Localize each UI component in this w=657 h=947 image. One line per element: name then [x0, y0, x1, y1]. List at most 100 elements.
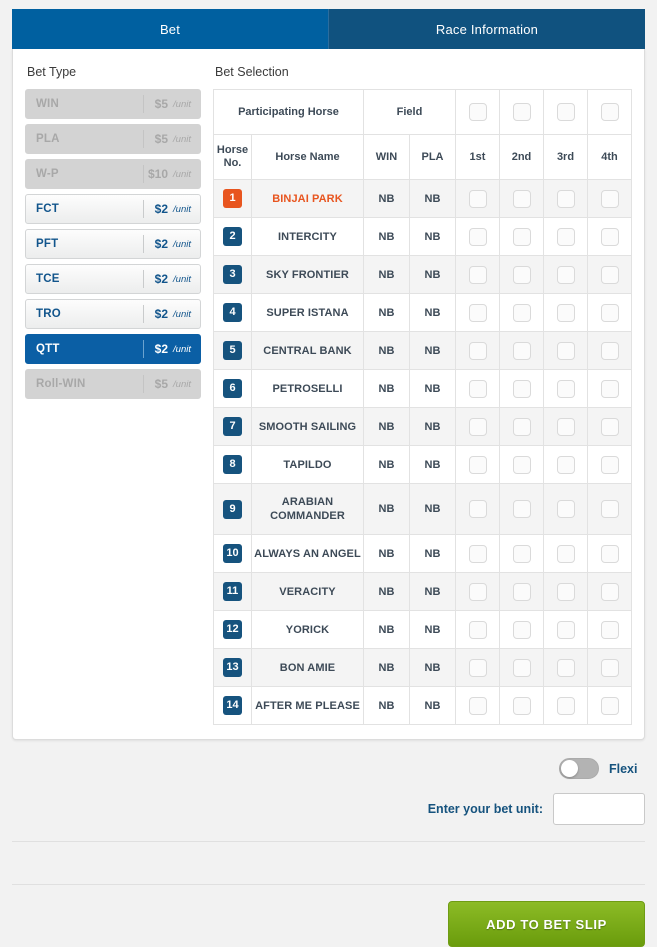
- add-to-bet-slip-button[interactable]: ADD TO BET SLIP: [448, 901, 645, 947]
- horse-14-checkbox-1st[interactable]: [468, 696, 487, 715]
- bet-unit-input[interactable]: [553, 793, 645, 825]
- table-row: 1 BINJAI PARK NB NB: [213, 179, 632, 218]
- column-1st: 1st: [455, 134, 500, 180]
- bet-type-list: WIN $5/unit PLA $5/unit W-P $10/unit FCT $2/uni…: [25, 89, 201, 399]
- horse-8-checkbox-3rd-cell: [543, 445, 588, 484]
- horse-win-odds: NB: [362, 648, 410, 687]
- horse-pla-odds: NB: [408, 610, 457, 649]
- field-checkbox-3rd[interactable]: [556, 103, 575, 121]
- horse-4-checkbox-3rd[interactable]: [556, 303, 575, 322]
- horse-6-checkbox-1st[interactable]: [468, 379, 487, 398]
- horse-13-checkbox-3rd[interactable]: [556, 658, 575, 677]
- horse-9-checkbox-2nd[interactable]: [512, 500, 531, 518]
- field-checkbox-2nd[interactable]: [512, 103, 531, 121]
- horse-5-checkbox-4th-cell: [587, 331, 632, 370]
- horse-2-checkbox-3rd[interactable]: [556, 227, 575, 246]
- horse-11-checkbox-2nd-cell: [499, 572, 544, 611]
- horse-8-checkbox-4th[interactable]: [600, 455, 619, 474]
- horse-1-checkbox-2nd[interactable]: [512, 189, 531, 208]
- bet-type-price: $2: [154, 307, 169, 321]
- horse-13-checkbox-4th[interactable]: [600, 658, 619, 677]
- horse-9-checkbox-4th[interactable]: [600, 500, 619, 518]
- horse-4-checkbox-1st-cell: [455, 293, 500, 332]
- horse-10-checkbox-2nd[interactable]: [512, 544, 531, 563]
- horse-13-checkbox-2nd[interactable]: [512, 658, 531, 677]
- horse-1-checkbox-1st[interactable]: [468, 189, 487, 208]
- horse-2-checkbox-1st[interactable]: [468, 227, 487, 246]
- bet-type-qtt[interactable]: QTT $2/unit: [25, 334, 201, 364]
- horse-12-checkbox-1st[interactable]: [468, 620, 487, 639]
- horse-2-checkbox-4th[interactable]: [600, 227, 619, 246]
- horse-5-checkbox-4th[interactable]: [600, 341, 619, 360]
- bet-type-win: WIN $5/unit: [25, 89, 201, 119]
- horse-13-checkbox-1st[interactable]: [468, 658, 487, 677]
- horse-1-checkbox-3rd[interactable]: [556, 189, 575, 208]
- horse-12-checkbox-2nd[interactable]: [512, 620, 531, 639]
- bet-type-code: W-P: [36, 168, 59, 180]
- horse-6-checkbox-4th[interactable]: [600, 379, 619, 398]
- field-checkbox-1st[interactable]: [468, 103, 487, 121]
- horse-6-checkbox-2nd[interactable]: [512, 379, 531, 398]
- field-checkbox-4th[interactable]: [600, 103, 619, 121]
- horse-4-checkbox-2nd[interactable]: [512, 303, 531, 322]
- horse-1-checkbox-1st-cell: [455, 179, 500, 218]
- horse-7-checkbox-1st[interactable]: [468, 417, 487, 436]
- table-row: 14 AFTER ME PLEASE NB NB: [213, 686, 632, 725]
- horse-4-checkbox-4th[interactable]: [600, 303, 619, 322]
- horse-6-checkbox-2nd-cell: [499, 369, 544, 408]
- tab-race-information[interactable]: Race Information: [328, 9, 645, 49]
- horse-no-cell: 12: [213, 610, 252, 649]
- horse-pla-odds: NB: [408, 369, 457, 408]
- horse-5-checkbox-2nd[interactable]: [512, 341, 531, 360]
- horse-number-badge: 14: [223, 696, 242, 715]
- horse-5-checkbox-1st[interactable]: [468, 341, 487, 360]
- horse-14-checkbox-4th[interactable]: [600, 696, 619, 715]
- horse-number-badge: 9: [223, 499, 242, 519]
- horse-2-checkbox-2nd[interactable]: [512, 227, 531, 246]
- field-checkbox-3rd-cell: [543, 89, 588, 135]
- horse-8-checkbox-1st[interactable]: [468, 455, 487, 474]
- bet-type-fct[interactable]: FCT $2/unit: [25, 194, 201, 224]
- horse-10-checkbox-1st[interactable]: [468, 544, 487, 563]
- tab-bet[interactable]: Bet: [12, 9, 328, 49]
- horse-3-checkbox-4th-cell: [587, 255, 632, 294]
- horse-3-checkbox-1st[interactable]: [468, 265, 487, 284]
- horse-3-checkbox-3rd[interactable]: [556, 265, 575, 284]
- horse-12-checkbox-4th[interactable]: [600, 620, 619, 639]
- horse-11-checkbox-1st[interactable]: [468, 582, 487, 601]
- column-3rd: 3rd: [543, 134, 588, 180]
- bet-type-code: Roll-WIN: [36, 378, 86, 390]
- flexi-row: Flexi: [12, 740, 645, 779]
- bet-type-code: PLA: [36, 133, 60, 145]
- horse-6-checkbox-3rd[interactable]: [556, 379, 575, 398]
- horse-win-odds: NB: [362, 534, 410, 573]
- bet-type-tce[interactable]: TCE $2/unit: [25, 264, 201, 294]
- horse-14-checkbox-2nd[interactable]: [512, 696, 531, 715]
- horse-3-checkbox-4th[interactable]: [600, 265, 619, 284]
- horse-9-checkbox-1st[interactable]: [468, 500, 487, 518]
- horse-3-checkbox-2nd[interactable]: [512, 265, 531, 284]
- flexi-toggle[interactable]: [559, 758, 599, 779]
- horse-8-checkbox-3rd[interactable]: [556, 455, 575, 474]
- horse-4-checkbox-1st[interactable]: [468, 303, 487, 322]
- column-4th: 4th: [587, 134, 632, 180]
- field-checkbox-4th-cell: [587, 89, 632, 135]
- horse-1-checkbox-4th[interactable]: [600, 189, 619, 208]
- horse-11-checkbox-2nd[interactable]: [512, 582, 531, 601]
- bet-type-pft[interactable]: PFT $2/unit: [25, 229, 201, 259]
- horse-5-checkbox-3rd[interactable]: [556, 341, 575, 360]
- horse-7-checkbox-2nd[interactable]: [512, 417, 531, 436]
- horse-10-checkbox-4th[interactable]: [600, 544, 619, 563]
- horse-7-checkbox-4th[interactable]: [600, 417, 619, 436]
- horse-11-checkbox-4th[interactable]: [600, 582, 619, 601]
- horse-7-checkbox-2nd-cell: [499, 407, 544, 446]
- bet-type-tro[interactable]: TRO $2/unit: [25, 299, 201, 329]
- horse-12-checkbox-3rd[interactable]: [556, 620, 575, 639]
- horse-7-checkbox-3rd[interactable]: [556, 417, 575, 436]
- horse-8-checkbox-2nd[interactable]: [512, 455, 531, 474]
- horse-11-checkbox-4th-cell: [587, 572, 632, 611]
- horse-9-checkbox-3rd[interactable]: [556, 500, 575, 518]
- horse-10-checkbox-3rd[interactable]: [556, 544, 575, 563]
- horse-11-checkbox-3rd[interactable]: [556, 582, 575, 601]
- horse-14-checkbox-3rd[interactable]: [556, 696, 575, 715]
